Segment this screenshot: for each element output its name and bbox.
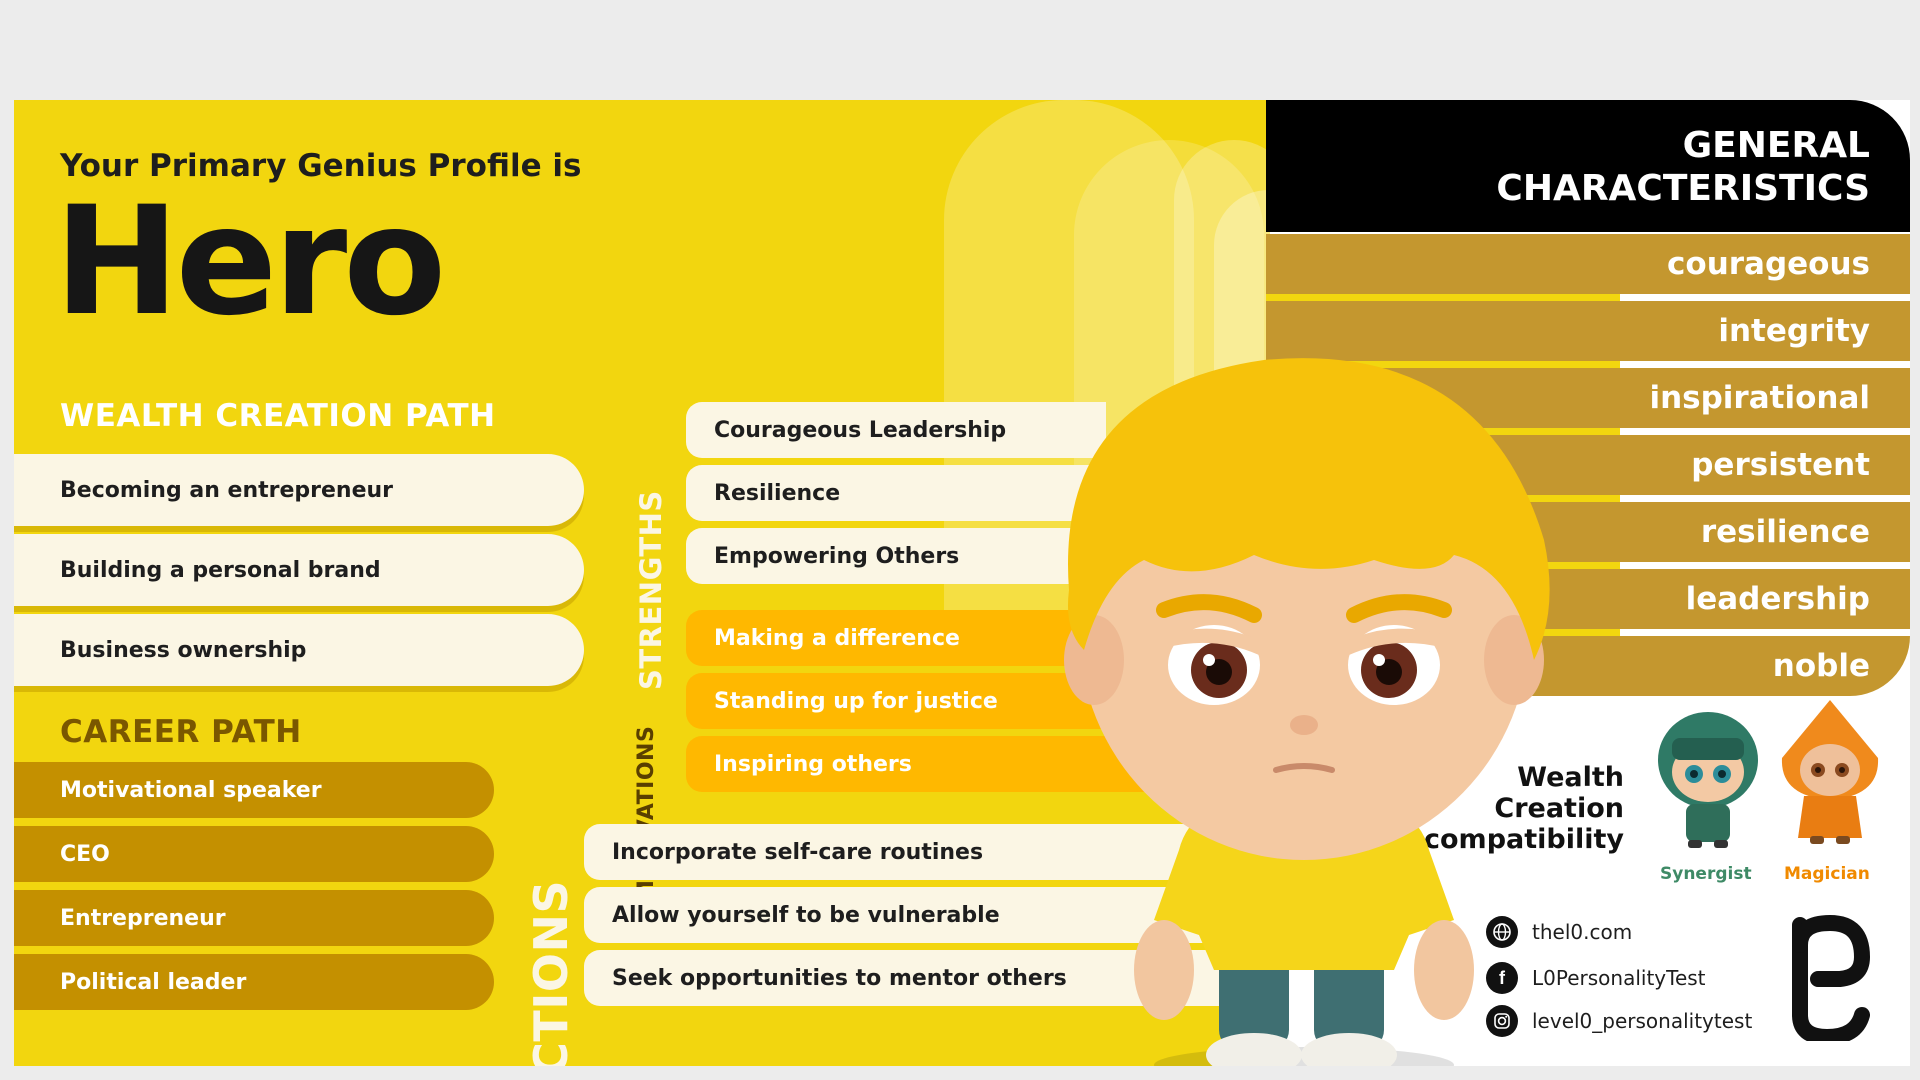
level0-logo-icon — [1792, 915, 1870, 1041]
magician-character — [1781, 700, 1879, 844]
profile-name: Hero — [54, 175, 446, 349]
gc-title-line1: GENERAL — [1682, 125, 1870, 166]
characteristic-divider — [1266, 294, 1620, 301]
general-characteristics-header: GENERAL CHARACTERISTICS — [1266, 100, 1910, 232]
career-path-item: Motivational speaker — [14, 762, 494, 818]
hero-character — [1064, 358, 1550, 1066]
career-path-item: Entrepreneur — [14, 890, 494, 946]
screen: Your Primary Genius Profile is Hero WEAL… — [0, 0, 1920, 1080]
wealth-path-item: Becoming an entrepreneur — [14, 454, 584, 526]
wealth-path-item: Building a personal brand — [14, 534, 584, 606]
career-path-item: CEO — [14, 826, 494, 882]
strengths-label: STRENGTHS — [634, 490, 668, 690]
career-path-item: Political leader — [14, 954, 494, 1010]
magician-label: Magician — [1784, 864, 1870, 884]
profile-card: Your Primary Genius Profile is Hero WEAL… — [14, 100, 1910, 1066]
gc-title-line2: CHARACTERISTICS — [1496, 168, 1870, 210]
characteristic-item: courageous — [1266, 234, 1910, 294]
synergist-character — [1658, 712, 1758, 848]
wealth-path-item: Business ownership — [14, 614, 584, 686]
actions-label: ACTIONS — [524, 879, 578, 1066]
wealth-creation-title: WEALTH CREATION PATH — [60, 398, 496, 434]
synergist-label: Synergist — [1660, 864, 1752, 884]
career-path-title: CAREER PATH — [60, 714, 302, 750]
